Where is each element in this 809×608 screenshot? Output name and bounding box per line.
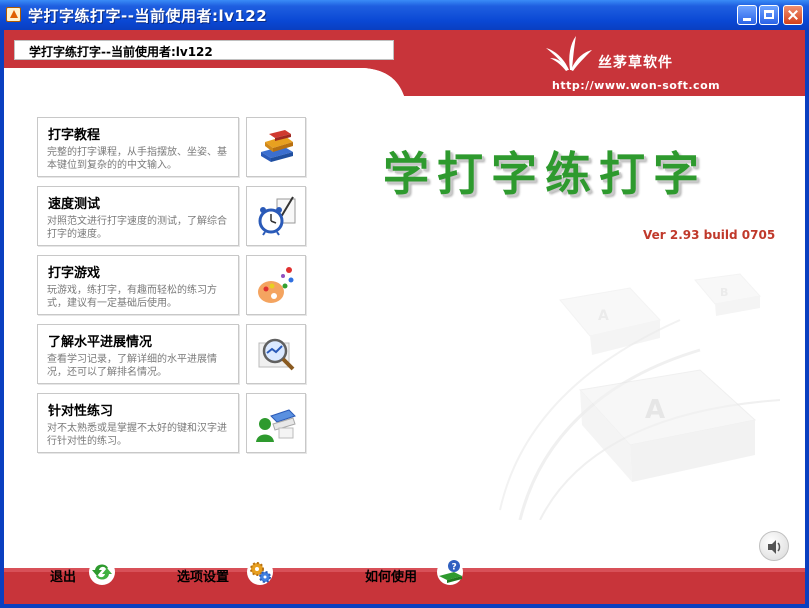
svg-text:A: A xyxy=(598,308,609,324)
close-button[interactable] xyxy=(783,5,803,25)
user-keyboard-icon xyxy=(256,409,296,442)
books-icon xyxy=(261,130,293,162)
svg-text:B: B xyxy=(720,286,728,299)
current-user-field: 学打字练打字--当前使用者:lv122 xyxy=(14,40,394,60)
menu-item-targeted-practice[interactable]: 针对性练习 对不太熟悉或是掌握不太好的键和汉字进行针对性的练习。 xyxy=(37,393,239,453)
settings-button[interactable]: 选项设置 xyxy=(177,566,229,588)
menu-item-title: 速度测试 xyxy=(48,197,101,212)
window-title: 学打字练打字--当前使用者:lv122 xyxy=(28,7,268,25)
menu-icon-progress[interactable] xyxy=(246,324,306,384)
magnifier-icon xyxy=(258,338,295,371)
menu-item-desc: 对不太熟悉或是掌握不太好的键和汉字进行针对性的练习。 xyxy=(47,423,227,447)
menu-item-desc: 完整的打字课程，从手指摆放、坐姿、基本键位到复杂的的中文输入。 xyxy=(47,147,227,171)
app-big-title: 学打字练打字 xyxy=(383,147,707,201)
exit-arrow-icon[interactable] xyxy=(88,558,116,586)
menu-item-progress[interactable]: 了解水平进展情况 查看学习记录，了解详细的水平进展情况，还可以了解排名情况。 xyxy=(37,324,239,384)
menu-item-desc: 查看学习记录，了解详细的水平进展情况，还可以了解排名情况。 xyxy=(47,354,217,378)
minimize-button[interactable] xyxy=(737,5,757,25)
menu-item-title: 打字游戏 xyxy=(48,266,101,281)
menu-item-speed-test[interactable]: 速度测试 对照范文进行打字速度的测试，了解综合打字的速度。 xyxy=(37,186,239,246)
speaker-icon xyxy=(768,540,781,554)
menu-item-desc: 对照范文进行打字速度的测试，了解综合打字的速度。 xyxy=(47,216,227,240)
menu-item-title: 针对性练习 xyxy=(48,404,114,419)
decorative-keys: A B A xyxy=(499,273,781,520)
menu-item-title: 了解水平进展情况 xyxy=(48,335,153,350)
maximize-button[interactable] xyxy=(759,5,779,25)
menu-icon-speed-test[interactable] xyxy=(246,186,306,246)
menu-item-typing-game[interactable]: 打字游戏 玩游戏，练打字，有趣而轻松的练习方式，建议有一定基础后使用。 xyxy=(37,255,239,315)
window-frame-left xyxy=(0,30,4,608)
gears-icon[interactable] xyxy=(246,558,274,586)
window-frame-right xyxy=(805,30,809,608)
brand-name: 丝茅草软件 xyxy=(598,55,673,71)
palette-icon xyxy=(258,267,294,303)
help-button[interactable]: 如何使用 xyxy=(365,566,417,588)
app-window: 学打字练打字--当前使用者:lv122 学打字练打字--当前使用者:lv122 … xyxy=(0,0,809,608)
exit-button[interactable]: 退出 xyxy=(50,566,76,588)
menu-icon-typing-tutorial[interactable] xyxy=(246,117,306,177)
svg-text:A: A xyxy=(645,395,665,425)
menu-item-typing-tutorial[interactable]: 打字教程 完整的打字课程，从手指摆放、坐姿、基本键位到复杂的的中文输入。 xyxy=(37,117,239,177)
app-icon xyxy=(6,7,21,22)
sound-toggle-button[interactable] xyxy=(759,531,789,561)
alarm-clock-icon xyxy=(258,196,296,236)
leaf-logo-icon xyxy=(546,36,592,71)
menu-item-desc: 玩游戏，练打字，有趣而轻松的练习方式，建议有一定基础后使用。 xyxy=(47,285,217,309)
title-bar[interactable]: 学打字练打字--当前使用者:lv122 xyxy=(0,0,809,31)
brand-url[interactable]: http://www.won-soft.com xyxy=(552,79,720,92)
window-frame-bottom xyxy=(0,604,809,608)
menu-item-title: 打字教程 xyxy=(48,128,101,143)
menu-icon-targeted-practice[interactable] xyxy=(246,393,306,453)
svg-text:?: ? xyxy=(452,563,457,573)
menu-icon-typing-game[interactable] xyxy=(246,255,306,315)
help-book-icon[interactable]: ? xyxy=(436,558,464,586)
version-label: Ver 2.93 build 0705 xyxy=(643,228,776,242)
